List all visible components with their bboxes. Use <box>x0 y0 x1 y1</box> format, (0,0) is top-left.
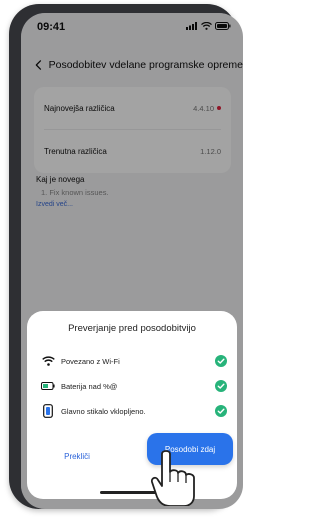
check-label-wifi: Povezano z Wi-Fi <box>61 356 120 366</box>
phone-frame: 09:41 Posodobitev vdelane programske opr… <box>9 4 243 509</box>
checkmark-icon <box>215 380 227 392</box>
check-row-battery: Baterija nad %@ <box>41 378 227 394</box>
check-label-switch: Glavno stikalo vklopljeno. <box>61 406 146 416</box>
pointing-hand-icon <box>150 450 195 506</box>
check-label-battery: Baterija nad %@ <box>61 381 118 391</box>
switch-icon <box>41 404 55 418</box>
cancel-button[interactable]: Prekliči <box>41 442 113 470</box>
check-row-switch: Glavno stikalo vklopljeno. <box>41 403 227 419</box>
dialog-title: Preverjanje pred posodobitvijo <box>68 323 196 334</box>
checkmark-icon <box>215 405 227 417</box>
wifi-icon <box>41 354 55 368</box>
battery-icon <box>41 379 55 393</box>
check-row-wifi: Povezano z Wi-Fi <box>41 353 227 369</box>
checkmark-icon <box>215 355 227 367</box>
screen: 09:41 Posodobitev vdelane programske opr… <box>21 13 243 509</box>
